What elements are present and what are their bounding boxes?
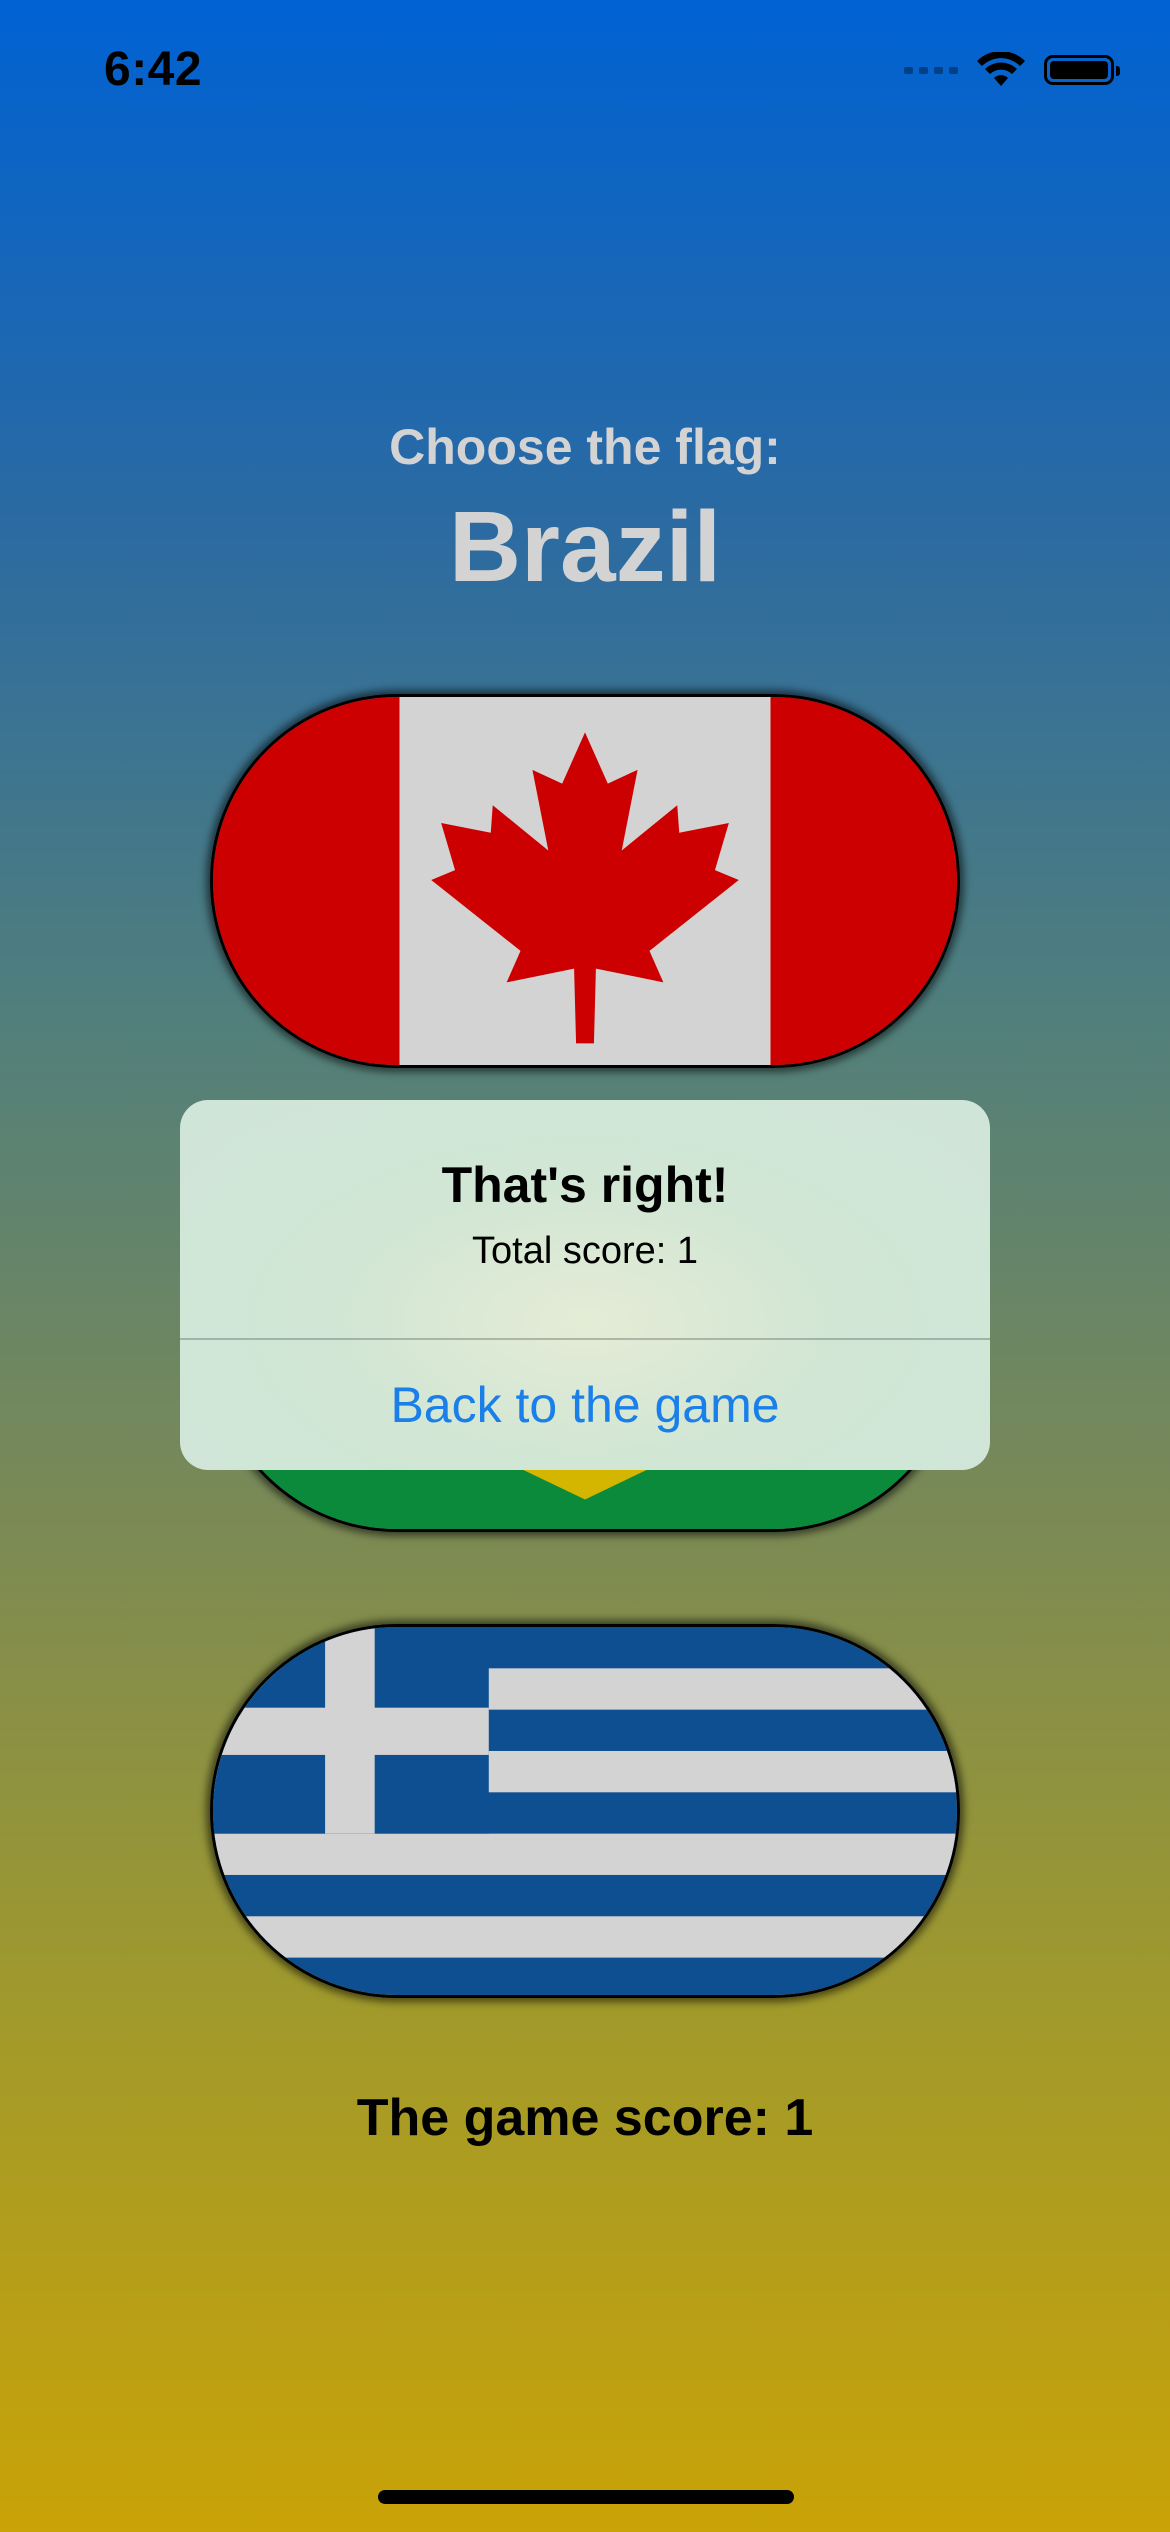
flag-button-canada[interactable] (210, 694, 960, 1068)
canada-flag-icon (213, 697, 957, 1065)
prompt-label: Choose the flag: (389, 419, 781, 475)
cellular-signal-icon (904, 66, 958, 74)
home-indicator[interactable] (378, 2490, 794, 2504)
status-icons (904, 52, 1120, 88)
game-score-label: The game score: 1 (356, 2089, 814, 2147)
battery-icon (1044, 55, 1120, 85)
back-to-game-button[interactable]: Back to the game (180, 1340, 990, 1470)
status-time: 6:42 (104, 43, 203, 96)
score-alert: That's right! Total score: 1 Back to the… (180, 1100, 990, 1470)
flag-button-greece[interactable] (210, 1624, 960, 1998)
greece-flag-icon (213, 1627, 957, 1995)
alert-title: That's right! (441, 1157, 729, 1213)
wifi-icon (977, 52, 1025, 86)
flag-quiz-screen: 6:42 Choose the flag: Brazil That's righ… (0, 0, 1170, 2532)
target-country: Brazil (448, 491, 722, 603)
alert-message: Total score: 1 (472, 1230, 698, 1272)
